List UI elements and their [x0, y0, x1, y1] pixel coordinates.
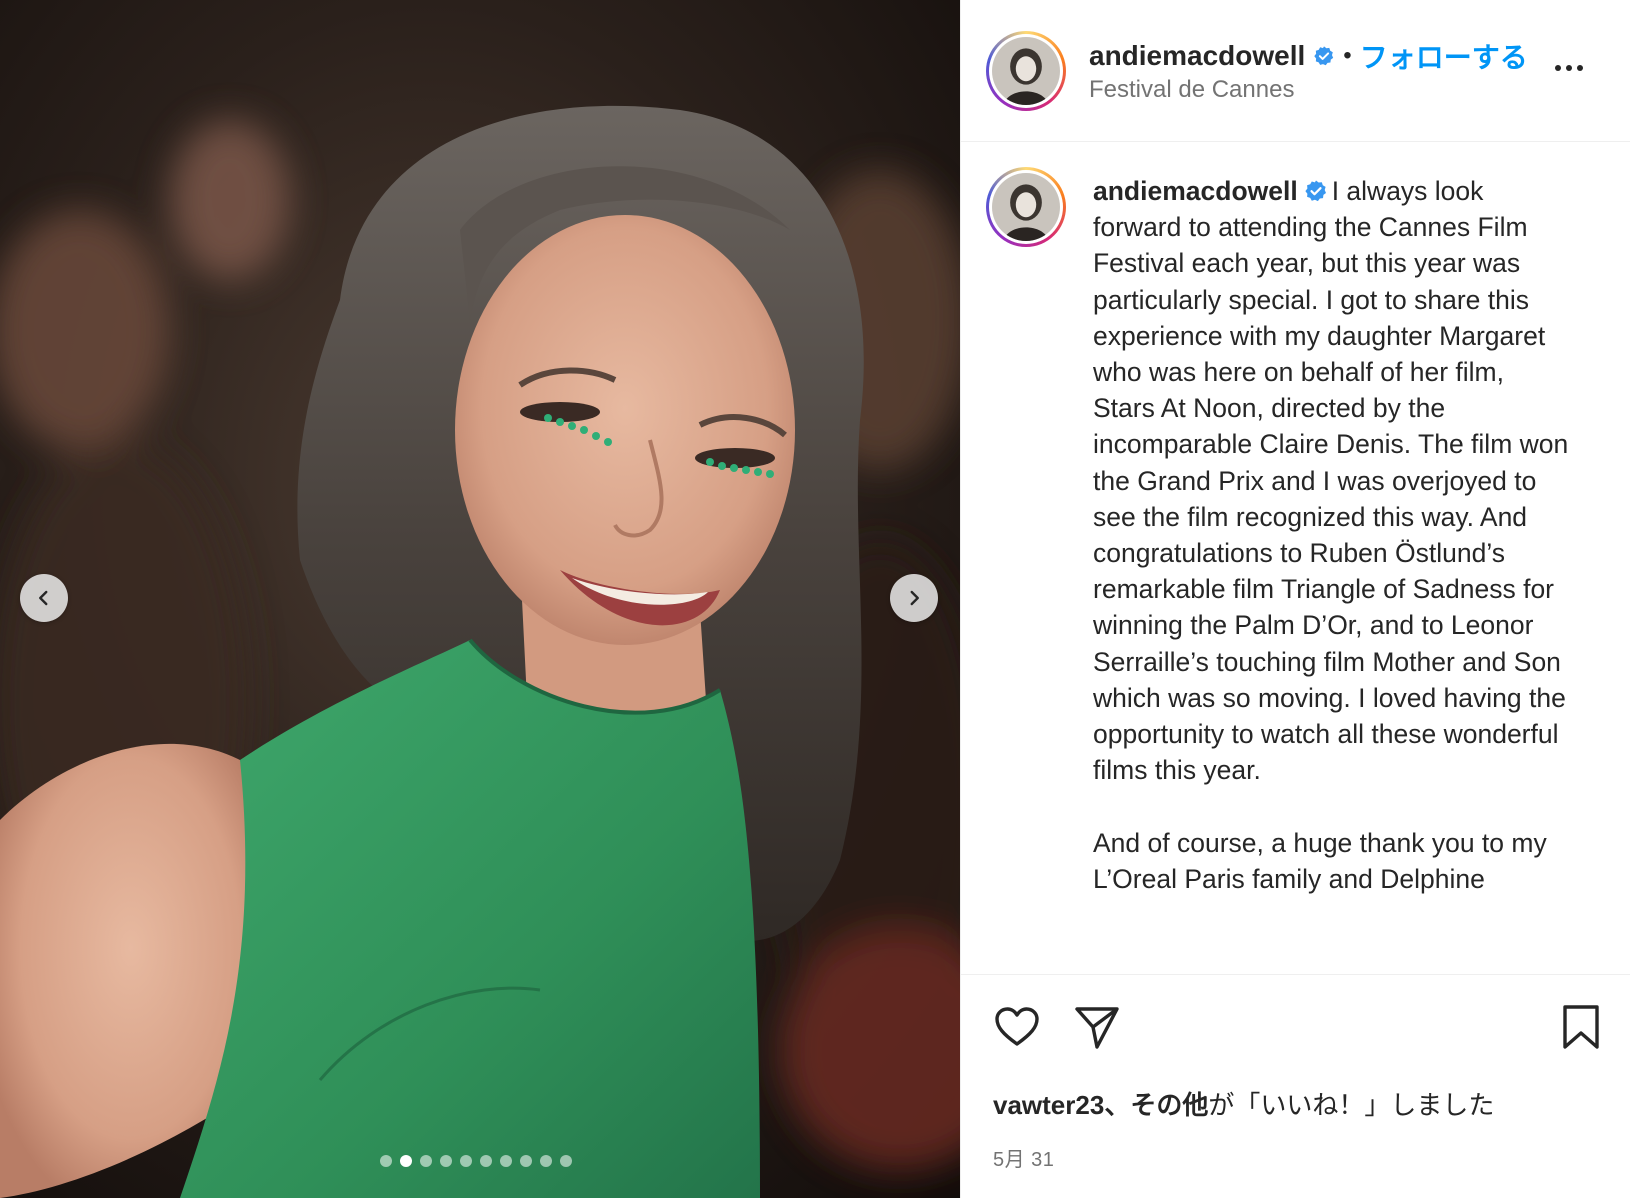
carousel-prev-button[interactable] [20, 574, 68, 622]
caption-text: andiemacdowell I always look forward to a… [1093, 173, 1573, 897]
post-media[interactable] [0, 0, 960, 1198]
carousel-dot [440, 1155, 452, 1167]
carousel-dot [540, 1155, 552, 1167]
bookmark-icon[interactable] [1559, 1003, 1603, 1051]
chevron-left-icon [39, 590, 48, 606]
avatar[interactable] [986, 31, 1066, 111]
carousel-dot [460, 1155, 472, 1167]
caption-area[interactable]: andiemacdowell I always look forward to a… [961, 143, 1630, 973]
caption-avatar[interactable] [986, 167, 1066, 247]
avatar-image [992, 37, 1060, 105]
more-options-button[interactable] [1555, 58, 1595, 78]
likes-suffix: が「いいね！」しました [1208, 1090, 1495, 1120]
likes-summary[interactable]: vawter23、その他が「いいね！」しました [993, 1085, 1494, 1122]
likes-user[interactable]: vawter23 [993, 1090, 1104, 1120]
chevron-right-icon [910, 590, 919, 606]
post-location[interactable]: Festival de Cannes [1089, 76, 1294, 104]
header-username[interactable]: andiemacdowell [1089, 40, 1305, 72]
carousel-next-button[interactable] [890, 574, 938, 622]
post-date[interactable]: 5月 31 [993, 1143, 1054, 1172]
paper-plane-icon[interactable] [1073, 1003, 1121, 1051]
avatar-image [992, 173, 1060, 241]
heart-icon[interactable] [993, 1003, 1041, 1051]
carousel-dot [500, 1155, 512, 1167]
carousel-dot [400, 1155, 412, 1167]
caption-body: I always look forward to attending the C… [1093, 176, 1569, 894]
header-separator: • [1343, 42, 1352, 69]
follow-button[interactable]: フォローする [1360, 36, 1528, 76]
verified-badge-icon [1314, 46, 1334, 66]
likes-others[interactable]: 、その他 [1104, 1090, 1208, 1120]
post-header: andiemacdowell • フォローする Festival de Cann… [961, 0, 1630, 142]
more-horizontal-icon [1555, 65, 1561, 71]
carousel-dot [420, 1155, 432, 1167]
carousel-indicator [380, 1155, 572, 1167]
post-photo [0, 0, 960, 1198]
carousel-dot [380, 1155, 392, 1167]
carousel-dot [560, 1155, 572, 1167]
post-side-panel: andiemacdowell • フォローする Festival de Cann… [960, 0, 1630, 1198]
header-name-row: andiemacdowell • フォローする [1089, 36, 1528, 76]
carousel-dot [520, 1155, 532, 1167]
carousel-dot [480, 1155, 492, 1167]
caption-username[interactable]: andiemacdowell [1093, 176, 1298, 206]
verified-badge-icon [1305, 180, 1326, 202]
post-actions: vawter23、その他が「いいね！」しました 5月 31 [961, 974, 1630, 1198]
